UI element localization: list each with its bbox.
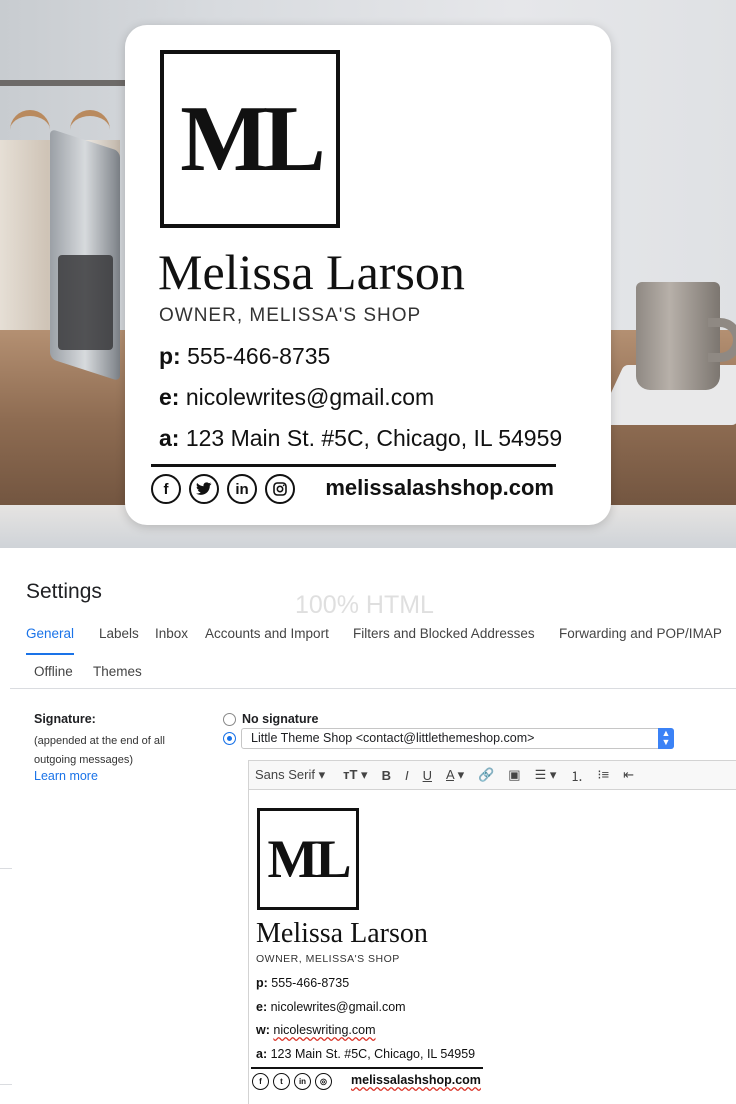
editor-divider (251, 1067, 483, 1069)
signature-name: Melissa Larson (158, 244, 465, 300)
tab-forwarding[interactable]: Forwarding and POP/IMAP (559, 622, 722, 645)
editor-website: melissalashshop.com (351, 1073, 481, 1087)
editor-web-value: nicoleswriting.com (273, 1023, 376, 1037)
editor-email: e: nicolewrites@gmail.com (256, 1000, 406, 1014)
font-size-icon[interactable]: ᴛT ▾ (343, 767, 367, 783)
editor-phone-value: 555-466-8735 (271, 976, 350, 990)
italic-icon[interactable]: I (405, 768, 409, 783)
editor-address: a: 123 Main St. #5C, Chicago, IL 54959 (256, 1047, 475, 1061)
hero-photo: ML Melissa Larson OWNER, MELISSA'S SHOP … (0, 0, 736, 548)
logo-monogram: ML (180, 87, 325, 191)
signature-website[interactable]: melissalashshop.com (325, 475, 554, 501)
signature-setting-label: Signature: (34, 712, 96, 726)
editor-logo-monogram: ML (267, 829, 352, 889)
indent-less-icon[interactable]: ⇤ (623, 767, 634, 783)
editor-social-icons: f t in ◎ (252, 1073, 332, 1090)
formatting-toolbar: Sans Serif ▾ ᴛT ▾ B I U A ▾ 🔗 ▣ ☰ ▾ ⒈ ⁝≡… (248, 760, 736, 790)
mug-handle (708, 318, 736, 362)
instagram-icon: ◎ (315, 1073, 332, 1090)
facebook-icon: f (252, 1073, 269, 1090)
account-select[interactable]: Little Theme Shop <contact@littlethemesh… (241, 728, 674, 749)
tab-themes[interactable]: Themes (93, 660, 142, 683)
no-signature-label: No signature (242, 712, 319, 726)
editor-web: w: nicoleswriting.com (256, 1023, 376, 1037)
editor-role: OWNER, MELISSA'S SHOP (256, 953, 400, 965)
tab-inbox[interactable]: Inbox (155, 622, 188, 645)
editor-phone: p: 555-466-8735 (256, 976, 349, 990)
editor-address-value: 123 Main St. #5C, Chicago, IL 54959 (270, 1047, 476, 1061)
bulleted-list-icon[interactable]: ⁝≡ (597, 767, 609, 783)
phone-label: p: (159, 343, 181, 369)
address-value: 123 Main St. #5C, Chicago, IL 54959 (185, 425, 563, 451)
editor-address-label: a: (256, 1047, 268, 1061)
linkedin-icon[interactable]: in (227, 474, 257, 504)
underline-icon[interactable]: U (423, 768, 432, 783)
bold-icon[interactable]: B (382, 768, 391, 783)
tab-filters[interactable]: Filters and Blocked Addresses (353, 622, 535, 645)
editor-email-label: e: (256, 1000, 268, 1014)
settings-tabs: General Labels Inbox Accounts and Import… (0, 622, 736, 656)
editor-name: Melissa Larson (256, 918, 428, 949)
image-icon[interactable]: ▣ (508, 767, 520, 783)
signature-email: e: nicolewrites@gmail.com (159, 384, 434, 411)
twitter-icon[interactable] (189, 474, 219, 504)
address-label: a: (159, 425, 180, 451)
tab-labels[interactable]: Labels (99, 622, 139, 645)
instagram-icon[interactable] (265, 474, 295, 504)
editor-email-value: nicolewrites@gmail.com (270, 1000, 406, 1014)
link-icon[interactable]: 🔗 (478, 767, 494, 783)
signature-role: OWNER, MELISSA'S SHOP (159, 305, 422, 326)
social-icons: f in (151, 474, 295, 504)
watermark: 100% HTML (295, 591, 434, 619)
divider (10, 688, 736, 689)
editor-logo: ML (257, 808, 359, 910)
editor-phone-label: p: (256, 976, 268, 990)
settings-tabs-row-2: Offline Themes (0, 660, 736, 686)
pen-cup (58, 255, 113, 350)
signature-editor[interactable]: ML Melissa Larson OWNER, MELISSA'S SHOP … (248, 790, 736, 1104)
email-value: nicolewrites@gmail.com (185, 384, 435, 410)
tab-accounts-and-import[interactable]: Accounts and Import (205, 622, 329, 645)
facebook-icon[interactable]: f (151, 474, 181, 504)
learn-more-link[interactable]: Learn more (34, 769, 98, 783)
logo: ML (160, 50, 340, 228)
editor-web-label: w: (256, 1023, 270, 1037)
align-icon[interactable]: ☰ ▾ (535, 767, 557, 783)
divider (0, 1084, 12, 1085)
signature-radio[interactable] (223, 732, 236, 745)
no-signature-radio[interactable] (223, 713, 236, 726)
signature-divider (151, 464, 556, 467)
font-select[interactable]: Sans Serif ▾ (255, 767, 325, 783)
linkedin-icon: in (294, 1073, 311, 1090)
twitter-icon: t (273, 1073, 290, 1090)
signature-help-text: (appended at the end of all outgoing mes… (34, 735, 165, 766)
phone-value: 555-466-8735 (187, 343, 331, 369)
numbered-list-icon[interactable]: ⒈ (570, 766, 583, 785)
signature-phone: p: 555-466-8735 (159, 343, 330, 370)
gmail-settings: Settings 100% HTML General Labels Inbox … (0, 568, 736, 1104)
page-title: Settings (26, 580, 102, 603)
clothing-rack (0, 80, 130, 86)
account-select-value: Little Theme Shop <contact@littlethemesh… (251, 731, 535, 745)
signature-card: ML Melissa Larson OWNER, MELISSA'S SHOP … (125, 25, 611, 525)
tab-general[interactable]: General (26, 622, 75, 655)
signature-address: a: 123 Main St. #5C, Chicago, IL 54959 (159, 425, 562, 452)
font-select-value: Sans Serif (255, 767, 315, 782)
select-arrows-icon[interactable]: ▲ ▼ (658, 728, 674, 749)
text-color-icon[interactable]: A ▾ (446, 767, 464, 783)
tab-offline[interactable]: Offline (34, 660, 73, 683)
divider (0, 868, 12, 869)
email-label: e: (159, 384, 180, 410)
